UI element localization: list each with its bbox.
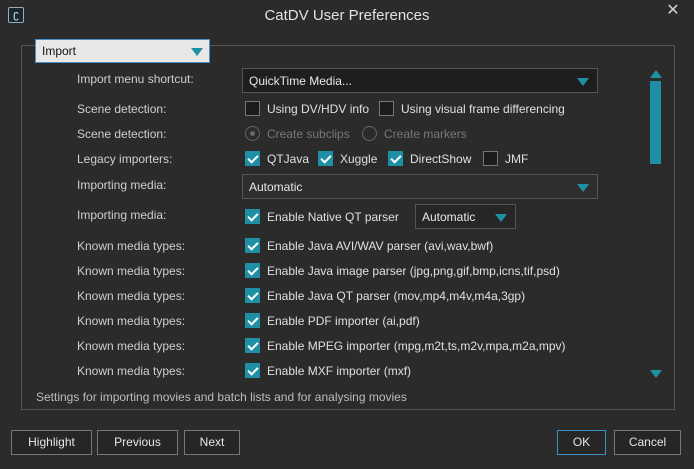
row-scene-detection-method: Scene detection: Using DV/HDV info Using…: [32, 98, 644, 122]
jmf-checkbox[interactable]: [483, 151, 498, 166]
chevron-down-icon: [577, 78, 589, 86]
row-known-media-image: Known media types: Enable Java image par…: [32, 260, 644, 284]
scroll-up-arrow-icon[interactable]: [650, 70, 662, 78]
settings-list: Import menu shortcut: QuickTime Media...…: [32, 68, 644, 380]
dv-hdv-info-checkbox[interactable]: [245, 101, 260, 116]
java-qt-parser-label: Enable Java QT parser (mov,mp4,m4v,m4a,3…: [267, 289, 526, 303]
mxf-importer-label: Enable MXF importer (mxf): [267, 364, 412, 378]
qtjava-checkbox[interactable]: [245, 151, 260, 166]
row-importing-media-mode: Importing media: Automatic: [32, 174, 644, 200]
importing-media-dropdown[interactable]: Automatic: [242, 174, 598, 199]
row-label: Known media types:: [77, 314, 186, 328]
mxf-importer-checkbox[interactable]: [245, 363, 260, 378]
chevron-down-icon: [495, 214, 507, 222]
previous-button[interactable]: Previous: [97, 430, 178, 455]
title-bar: ʗ CatDV User Preferences ✕: [0, 0, 694, 31]
row-known-media-mxf: Known media types: Enable MXF importer (…: [32, 360, 644, 380]
row-label: Known media types:: [77, 364, 186, 378]
row-label: Legacy importers:: [77, 152, 173, 166]
chevron-down-icon: [191, 48, 203, 56]
settings-scrollbar[interactable]: [647, 68, 664, 380]
close-button[interactable]: ✕: [658, 0, 688, 22]
window-title: CatDV User Preferences: [264, 7, 430, 24]
dv-hdv-info-label: Using DV/HDV info: [267, 102, 370, 116]
java-avi-wav-parser-checkbox[interactable]: [245, 238, 260, 253]
section-dropdown-value: Import: [42, 44, 77, 58]
xuggle-label: Xuggle: [340, 152, 378, 166]
directshow-label: DirectShow: [410, 152, 472, 166]
row-known-media-qt: Known media types: Enable Java QT parser…: [32, 285, 644, 309]
jmf-label: JMF: [505, 152, 529, 166]
row-label: Scene detection:: [77, 127, 167, 141]
row-label: Scene detection:: [77, 102, 167, 116]
scrollbar-thumb[interactable]: [650, 81, 661, 164]
java-image-parser-label: Enable Java image parser (jpg,png,gif,bm…: [267, 264, 560, 278]
visual-frame-differencing-label: Using visual frame differencing: [401, 102, 565, 116]
create-markers-radio[interactable]: [362, 126, 377, 141]
pdf-importer-checkbox[interactable]: [245, 313, 260, 328]
native-qt-parser-label: Enable Native QT parser: [267, 210, 399, 224]
row-label: Known media types:: [77, 239, 186, 253]
qtjava-label: QTJava: [267, 152, 310, 166]
section-description: Settings for importing movies and batch …: [36, 390, 407, 404]
section-dropdown[interactable]: Import: [35, 39, 210, 63]
highlight-button[interactable]: Highlight: [11, 430, 92, 455]
mpeg-importer-checkbox[interactable]: [245, 338, 260, 353]
row-known-media-avi-wav: Known media types: Enable Java AVI/WAV p…: [32, 235, 644, 259]
visual-frame-differencing-checkbox[interactable]: [379, 101, 394, 116]
row-label: Importing media:: [77, 178, 167, 192]
pdf-importer-label: Enable PDF importer (ai,pdf): [267, 314, 420, 328]
import-menu-shortcut-dropdown[interactable]: QuickTime Media...: [242, 68, 598, 93]
row-label: Import menu shortcut:: [77, 72, 194, 86]
dropdown-value: Automatic: [249, 180, 303, 194]
dropdown-value: QuickTime Media...: [249, 74, 352, 88]
next-button[interactable]: Next: [184, 430, 240, 455]
row-label: Known media types:: [77, 264, 186, 278]
create-subclips-radio[interactable]: [245, 126, 260, 141]
row-known-media-mpeg: Known media types: Enable MPEG importer …: [32, 335, 644, 359]
java-avi-wav-parser-label: Enable Java AVI/WAV parser (avi,wav,bwf): [267, 239, 494, 253]
dropdown-value: Automatic: [422, 210, 476, 224]
chevron-down-icon: [577, 184, 589, 192]
row-label: Known media types:: [77, 289, 186, 303]
xuggle-checkbox[interactable]: [318, 151, 333, 166]
cancel-button[interactable]: Cancel: [614, 430, 681, 455]
directshow-checkbox[interactable]: [388, 151, 403, 166]
native-qt-parser-checkbox[interactable]: [245, 209, 260, 224]
row-known-media-pdf: Known media types: Enable PDF importer (…: [32, 310, 644, 334]
mpeg-importer-label: Enable MPEG importer (mpg,m2t,ts,m2v,mpa…: [267, 339, 566, 353]
row-native-qt-parser: Importing media: Enable Native QT parser…: [32, 204, 644, 230]
java-qt-parser-checkbox[interactable]: [245, 288, 260, 303]
row-scene-detection-output: Scene detection: Create subclips Create …: [32, 123, 644, 147]
row-legacy-importers: Legacy importers: QTJava Xuggle DirectSh…: [32, 148, 644, 172]
java-image-parser-checkbox[interactable]: [245, 263, 260, 278]
row-label: Known media types:: [77, 339, 186, 353]
create-markers-label: Create markers: [384, 127, 467, 141]
create-subclips-label: Create subclips: [267, 127, 350, 141]
scroll-down-arrow-icon[interactable]: [650, 370, 662, 378]
native-qt-parser-mode-dropdown[interactable]: Automatic: [415, 204, 516, 229]
row-label: Importing media:: [77, 208, 167, 222]
row-import-menu-shortcut: Import menu shortcut: QuickTime Media...: [32, 68, 644, 93]
ok-button[interactable]: OK: [557, 430, 606, 455]
